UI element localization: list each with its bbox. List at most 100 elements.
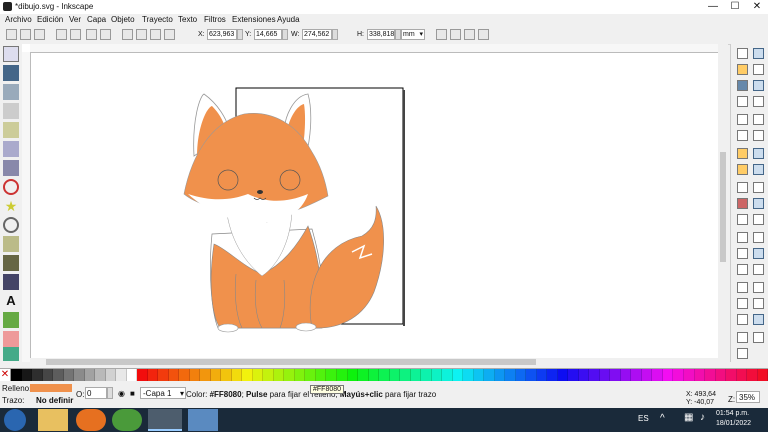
palette-swatch[interactable]: [400, 369, 411, 381]
palette-swatch[interactable]: [715, 369, 727, 381]
close-button[interactable]: ✕: [746, 0, 768, 14]
palette-swatch[interactable]: [105, 369, 117, 381]
duplicate-icon[interactable]: [737, 282, 748, 293]
palette-swatch[interactable]: [294, 369, 306, 381]
palette-swatch[interactable]: [389, 369, 401, 381]
eye-icon[interactable]: ◉: [118, 389, 125, 398]
layer-select[interactable]: -Capa 1 ▾: [140, 387, 186, 399]
3d-box-tool-icon[interactable]: [3, 160, 19, 176]
palette-swatch[interactable]: [200, 369, 211, 381]
flip-horizontal-icon[interactable]: [86, 29, 97, 40]
clock-time[interactable]: 01:54 p.m.: [716, 410, 749, 417]
file-explorer-icon[interactable]: [38, 409, 68, 431]
save-icon[interactable]: [737, 80, 748, 91]
snap-text-baseline-icon[interactable]: [753, 298, 764, 309]
zoom-selection-icon[interactable]: [737, 232, 748, 243]
zoom-page-icon[interactable]: [737, 264, 748, 275]
palette-swatch[interactable]: [74, 369, 85, 381]
opacity-spinner[interactable]: [107, 387, 113, 399]
palette-swatch[interactable]: [32, 369, 43, 381]
open-icon[interactable]: [737, 64, 748, 75]
palette-swatch[interactable]: [189, 369, 201, 381]
paste-icon[interactable]: [737, 214, 748, 225]
language-indicator[interactable]: ES: [638, 414, 649, 423]
zoom-tool-icon[interactable]: [3, 103, 19, 119]
y-field[interactable]: 14,665: [254, 29, 282, 40]
raise-to-top-icon[interactable]: [122, 29, 133, 40]
export-icon[interactable]: [737, 130, 748, 141]
palette-swatch[interactable]: [641, 369, 653, 381]
chrome-icon[interactable]: [112, 409, 142, 431]
palette-swatch[interactable]: [126, 369, 138, 381]
palette-swatch[interactable]: [694, 369, 706, 381]
palette-swatch[interactable]: [684, 369, 695, 381]
zoom-field[interactable]: 35%: [736, 391, 760, 403]
palette-swatch[interactable]: [589, 369, 600, 381]
unlink-clone-icon[interactable]: [737, 314, 748, 325]
palette-swatch[interactable]: [631, 369, 642, 381]
lower-icon[interactable]: [150, 29, 161, 40]
palette-swatch[interactable]: [158, 369, 169, 381]
palette-swatch[interactable]: [95, 369, 106, 381]
palette-swatch[interactable]: [242, 369, 253, 381]
measure-tool-icon[interactable]: [3, 122, 19, 138]
palette-swatch[interactable]: [673, 369, 684, 381]
lower-to-bottom-icon[interactable]: [164, 29, 175, 40]
palette-swatch[interactable]: [463, 369, 474, 381]
palette-swatch[interactable]: [63, 369, 75, 381]
minimize-button[interactable]: —: [702, 0, 724, 14]
width-field[interactable]: 274,562: [302, 29, 332, 40]
scale-stroke-icon[interactable]: [436, 29, 447, 40]
menu-capa[interactable]: Capa: [87, 15, 106, 24]
clock-date[interactable]: 18/01/2022: [716, 420, 751, 427]
snap-bbox-edges-icon[interactable]: [753, 80, 764, 91]
menu-filtros[interactable]: Filtros: [204, 15, 226, 24]
ellipse-tool-icon[interactable]: [3, 179, 19, 195]
menu-edicion[interactable]: Edición: [37, 15, 63, 24]
snap-bbox-icon[interactable]: [753, 64, 764, 75]
stroke-value[interactable]: No definir: [36, 396, 73, 405]
inkscape-task-icon[interactable]: [148, 409, 182, 431]
palette-swatch[interactable]: [578, 369, 590, 381]
undo-icon[interactable]: [737, 148, 748, 159]
paint-icon[interactable]: [188, 409, 218, 431]
palette-swatch[interactable]: [452, 369, 464, 381]
flip-vertical-icon[interactable]: [100, 29, 111, 40]
redo-icon[interactable]: [737, 164, 748, 175]
snap-centers-icon[interactable]: [753, 264, 764, 275]
palette-swatch[interactable]: [473, 369, 485, 381]
snap-bbox-corners-icon[interactable]: [753, 96, 764, 107]
palette-swatch[interactable]: [536, 369, 548, 381]
palette-swatch[interactable]: [284, 369, 295, 381]
palette-swatch[interactable]: [263, 369, 274, 381]
palette-swatch[interactable]: [620, 369, 632, 381]
selector-tool-icon[interactable]: [3, 46, 19, 62]
copy-icon[interactable]: [737, 182, 748, 193]
palette-swatch[interactable]: [84, 369, 96, 381]
palette-swatch[interactable]: [610, 369, 621, 381]
palette-swatch[interactable]: [705, 369, 716, 381]
palette-swatch[interactable]: [210, 369, 222, 381]
horizontal-scrollbar[interactable]: [30, 358, 720, 366]
palette-swatch[interactable]: [137, 369, 148, 381]
palette-swatch[interactable]: [747, 369, 758, 381]
network-icon[interactable]: ▦: [684, 412, 693, 423]
snap-smooth-nodes-icon[interactable]: [753, 214, 764, 225]
palette-swatch[interactable]: [168, 369, 180, 381]
import-icon[interactable]: [737, 114, 748, 125]
palette-swatch[interactable]: [116, 369, 127, 381]
scale-corners-icon[interactable]: [450, 29, 461, 40]
palette-swatch[interactable]: [379, 369, 390, 381]
snap-intersections-icon[interactable]: [753, 182, 764, 193]
snap-grid-icon[interactable]: [753, 332, 764, 343]
scroll-thumb[interactable]: [46, 359, 536, 365]
palette-swatch[interactable]: [442, 369, 453, 381]
width-spinner[interactable]: [332, 29, 338, 40]
tweak-tool-icon[interactable]: [3, 84, 19, 100]
snap-rotation-center-icon[interactable]: [753, 282, 764, 293]
palette-swatch[interactable]: [484, 369, 495, 381]
star-tool-icon[interactable]: ★: [3, 198, 19, 214]
menu-extensiones[interactable]: Extensiones: [232, 15, 276, 24]
palette-swatch[interactable]: [421, 369, 432, 381]
vertical-ruler[interactable]: [22, 52, 31, 362]
